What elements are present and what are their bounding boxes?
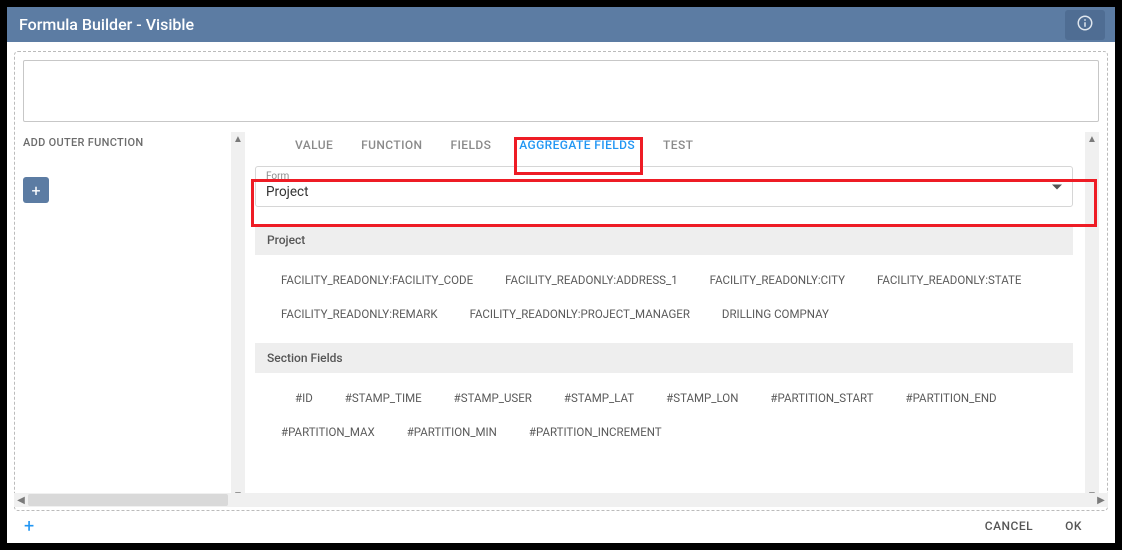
field-chip[interactable]: FACILITY_READONLY:ADDRESS_1 <box>489 263 694 297</box>
field-chip[interactable]: #PARTITION_END <box>890 381 1013 415</box>
mid-section: ADD OUTER FUNCTION + ▲ ▼ VALUE FUNCTION … <box>23 132 1099 502</box>
tab-aggregate-fields[interactable]: AGGREGATE FIELDS <box>519 138 635 152</box>
group-header-section-fields: Section Fields <box>255 343 1073 373</box>
group-header-project: Project <box>255 225 1073 255</box>
chevron-down-icon <box>1052 184 1062 189</box>
formula-input[interactable] <box>23 60 1099 122</box>
add-function-button[interactable]: + <box>23 177 49 203</box>
scroll-right-icon[interactable]: ▶ <box>1094 493 1108 507</box>
form-select[interactable]: Form Project <box>255 166 1073 207</box>
field-chip[interactable]: #ID <box>265 381 329 415</box>
tab-test[interactable]: TEST <box>663 138 693 152</box>
group-section-fields: #ID #STAMP_TIME #STAMP_USER #STAMP_LAT #… <box>255 373 1099 449</box>
right-pane: VALUE FUNCTION FIELDS AGGREGATE FIELDS T… <box>245 132 1099 502</box>
field-chip[interactable]: #PARTITION_MIN <box>391 415 513 449</box>
footer-add-button[interactable]: + <box>24 516 34 537</box>
field-chip[interactable]: #PARTITION_MAX <box>265 415 391 449</box>
group-project-fields: FACILITY_READONLY:FACILITY_CODE FACILITY… <box>255 255 1099 331</box>
field-chip[interactable]: #STAMP_LAT <box>548 381 650 415</box>
field-chip[interactable]: FACILITY_READONLY:FACILITY_CODE <box>265 263 489 297</box>
tab-function[interactable]: FUNCTION <box>361 138 422 152</box>
form-select-label: Form <box>266 171 1062 182</box>
scroll-up-icon[interactable]: ▲ <box>1085 132 1099 146</box>
add-outer-function-label: ADD OUTER FUNCTION <box>23 132 245 149</box>
footer: + CANCEL OK <box>14 509 1108 543</box>
form-select-value: Project <box>266 182 1062 200</box>
scroll-left-icon[interactable]: ◀ <box>14 493 28 507</box>
right-scrollbar[interactable]: ▲ ▼ <box>1085 132 1099 502</box>
scroll-thumb[interactable] <box>28 494 228 506</box>
field-chip[interactable]: #STAMP_TIME <box>329 381 438 415</box>
info-icon <box>1076 14 1094 36</box>
field-chip[interactable]: #PARTITION_START <box>754 381 889 415</box>
tab-value[interactable]: VALUE <box>295 138 333 152</box>
tab-fields[interactable]: FIELDS <box>450 138 491 152</box>
field-chip[interactable]: DRILLING COMPNAY <box>706 297 845 331</box>
field-chip[interactable]: FACILITY_READONLY:CITY <box>694 263 861 297</box>
builder-panel: ADD OUTER FUNCTION + ▲ ▼ VALUE FUNCTION … <box>14 51 1108 511</box>
tab-bar: VALUE FUNCTION FIELDS AGGREGATE FIELDS T… <box>255 132 1099 162</box>
field-chip[interactable]: #PARTITION_INCREMENT <box>513 415 678 449</box>
cancel-button[interactable]: CANCEL <box>969 513 1049 539</box>
field-chip[interactable]: #STAMP_USER <box>438 381 548 415</box>
field-chip[interactable]: FACILITY_READONLY:STATE <box>861 263 1037 297</box>
plus-icon: + <box>31 181 40 200</box>
field-chip[interactable]: FACILITY_READONLY:REMARK <box>265 297 454 331</box>
left-scrollbar[interactable]: ▲ ▼ <box>231 132 245 502</box>
field-chip[interactable]: #STAMP_LON <box>650 381 754 415</box>
scroll-up-icon[interactable]: ▲ <box>231 132 245 146</box>
left-pane: ADD OUTER FUNCTION + ▲ ▼ <box>23 132 245 502</box>
dialog-title: Formula Builder - Visible <box>19 15 194 34</box>
ok-button[interactable]: OK <box>1049 513 1098 539</box>
horizontal-scrollbar[interactable]: ◀ ▶ <box>14 493 1108 507</box>
field-chip[interactable]: FACILITY_READONLY:PROJECT_MANAGER <box>454 297 706 331</box>
app-frame: Formula Builder - Visible ADD OUTER FUNC… <box>7 7 1115 543</box>
title-bar: Formula Builder - Visible <box>7 7 1115 42</box>
info-button[interactable] <box>1065 10 1105 40</box>
